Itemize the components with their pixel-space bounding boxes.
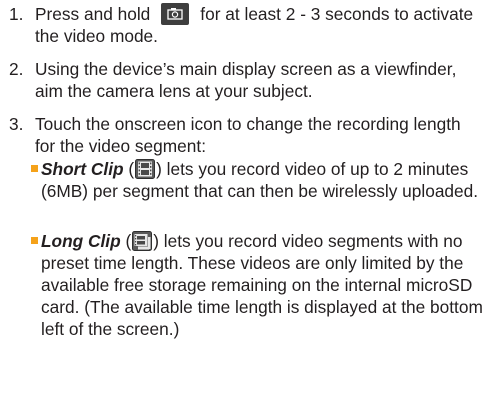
option-term: Long Clip (41, 231, 121, 251)
camera-key-icon (161, 3, 190, 25)
option-text: Short Clip () lets you record video of u… (41, 159, 479, 201)
bullet-marker (31, 237, 38, 244)
step-number: 3. (9, 114, 24, 134)
option-long-clip: Long Clip () lets you record video segme… (31, 230, 483, 340)
step-text: Press and hold for at least 2 - 3 seconds… (35, 3, 474, 46)
option-text: Long Clip () lets you record video segme… (41, 231, 483, 339)
option-term: Short Clip (41, 159, 124, 179)
bullet-marker (31, 165, 38, 172)
option-short-clip: Short Clip () lets you record video of u… (31, 158, 483, 202)
step-1: 1. Press and hold for at least 2 - 3 seco… (9, 3, 483, 47)
step-3: 3. Touch the onscreen icon to change the… (9, 113, 483, 157)
short-clip-icon (135, 159, 156, 179)
step-text: Using the device’s main display screen a… (35, 59, 457, 101)
step-number: 2. (9, 59, 24, 79)
step-2: 2. Using the device’s main display scree… (9, 58, 483, 102)
step-text: Touch the onscreen icon to change the re… (35, 114, 461, 156)
step-number: 1. (9, 4, 24, 24)
long-clip-icon (132, 231, 153, 251)
